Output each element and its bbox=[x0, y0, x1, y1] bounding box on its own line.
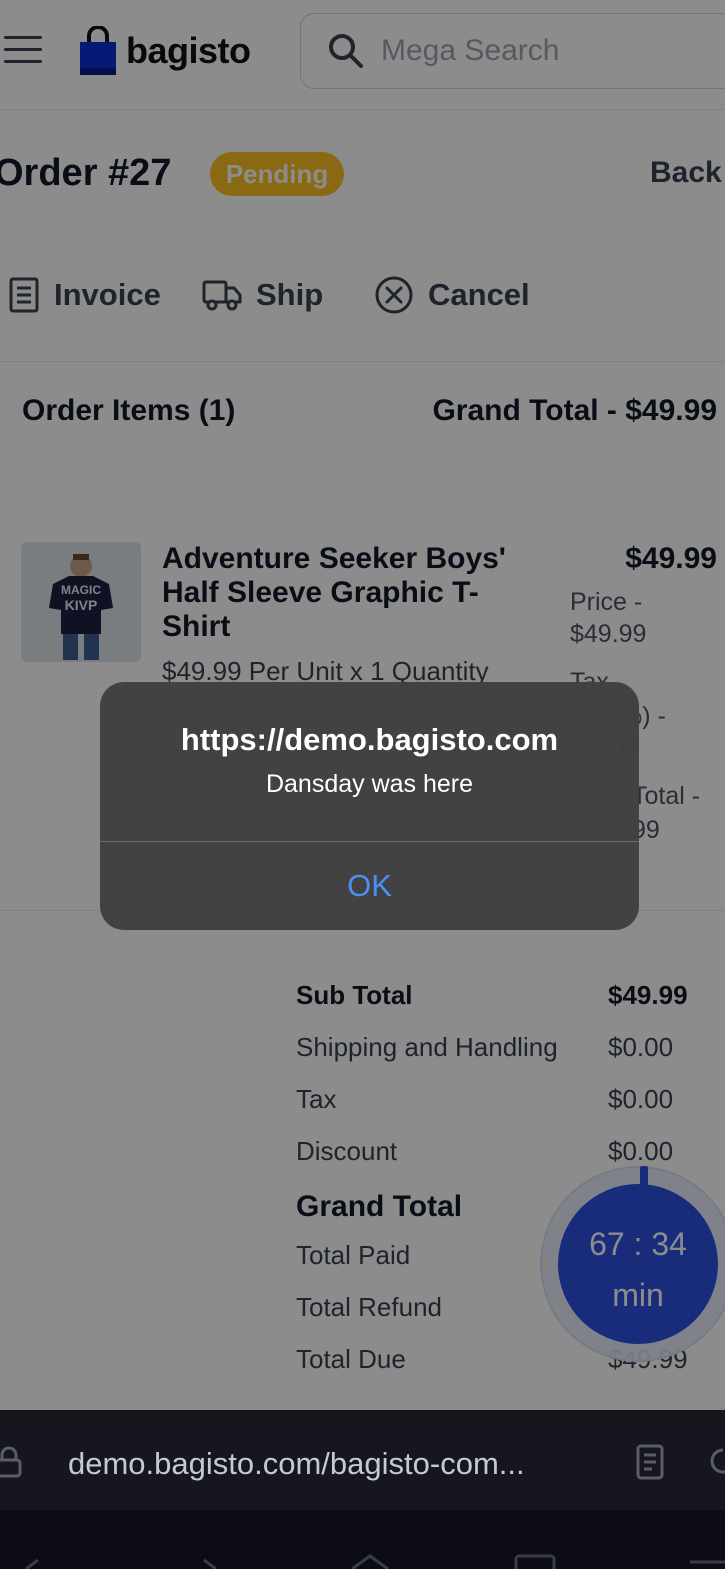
alert-ok-button[interactable]: OK bbox=[100, 842, 639, 930]
forward-arrow-icon[interactable] bbox=[203, 1558, 217, 1569]
share-icon[interactable] bbox=[351, 1554, 389, 1569]
alert-dialog: https://demo.bagisto.com Dansday was her… bbox=[100, 682, 639, 930]
address-bar[interactable]: demo.bagisto.com/bagisto-com... bbox=[0, 1410, 725, 1510]
reader-mode-icon[interactable] bbox=[636, 1444, 664, 1480]
url-text[interactable]: demo.bagisto.com/bagisto-com... bbox=[68, 1446, 525, 1482]
alert-message: Dansday was here bbox=[265, 770, 474, 798]
reload-icon[interactable] bbox=[708, 1446, 725, 1476]
bookmarks-icon[interactable] bbox=[514, 1554, 556, 1569]
alert-title: https://demo.bagisto.com bbox=[180, 722, 559, 757]
lock-icon bbox=[0, 1446, 22, 1478]
browser-nav-row bbox=[0, 1510, 725, 1569]
browser-toolbar: demo.bagisto.com/bagisto-com... bbox=[0, 1410, 725, 1569]
back-arrow-icon[interactable] bbox=[25, 1558, 39, 1569]
